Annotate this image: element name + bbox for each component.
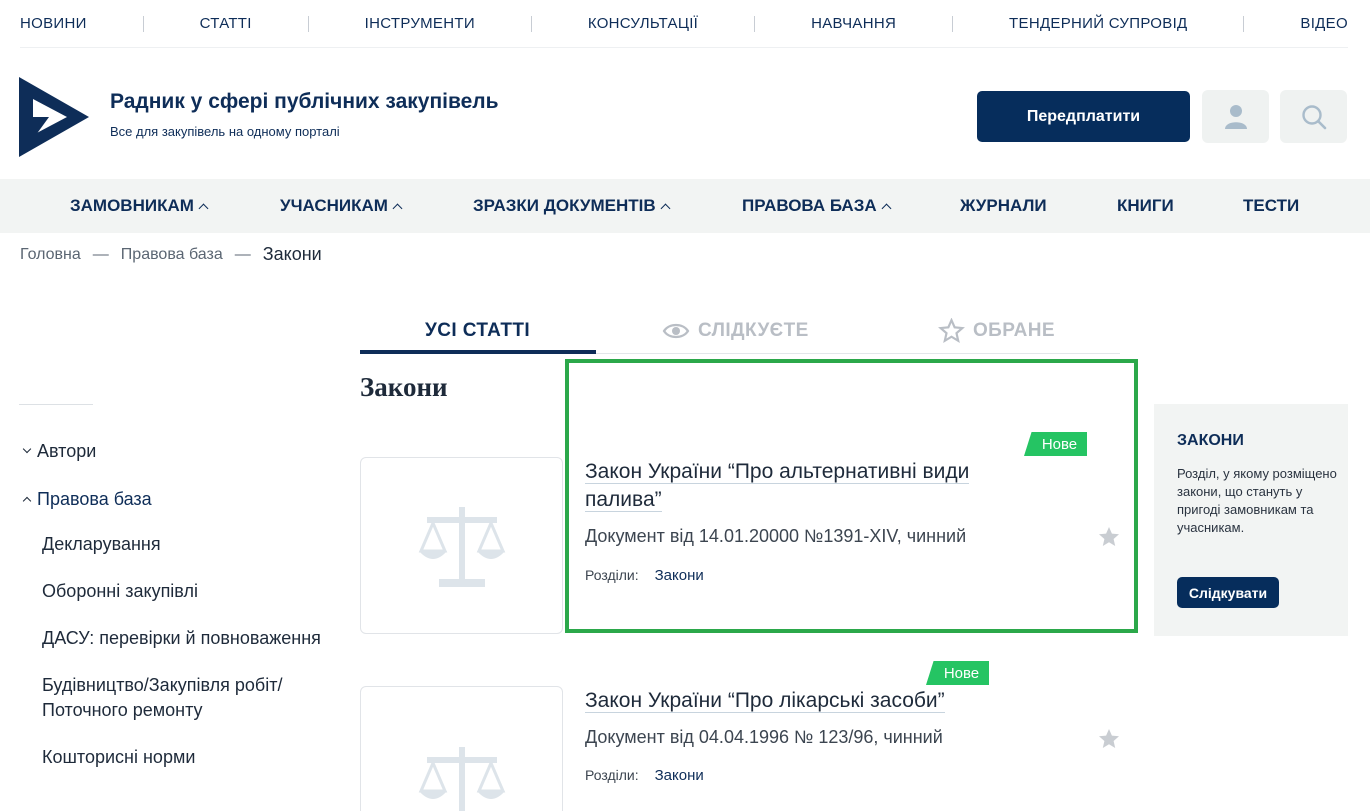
topnav-item-tools[interactable]: ІНСТРУМЕНТИ: [365, 15, 475, 32]
mainnav-item-document-templates[interactable]: ЗРАЗКИ ДОКУМЕНТІВ: [473, 179, 671, 233]
article-tabs: УСІ СТАТТІ СЛІДКУЄТЕ ОБРАНЕ: [360, 308, 1120, 354]
article-sections: Розділи: Закони: [585, 767, 704, 784]
sidebar-subitem-construction[interactable]: Будівництво/Закупівля робіт/ Поточного р…: [42, 673, 334, 723]
sidebar-subitem-declaration[interactable]: Декларування: [42, 532, 334, 557]
breadcrumb: Головна — Правова база — Закони: [20, 244, 322, 265]
new-badge: Нове: [1024, 432, 1087, 456]
topnav-item-articles[interactable]: СТАТТІ: [200, 15, 252, 32]
sections-label: Розділи:: [585, 567, 639, 583]
scales-icon: [418, 747, 505, 811]
favorite-star-icon[interactable]: [1097, 525, 1121, 549]
sidebar-item-authors[interactable]: Автори: [22, 436, 334, 466]
sidebar-subitem-dasu[interactable]: ДАСУ: перевірки й повноваження: [42, 626, 334, 651]
new-badge: Нове: [926, 661, 989, 685]
topnav-separator: [142, 15, 144, 32]
breadcrumb-legal-base[interactable]: Правова база: [121, 246, 223, 264]
topnav-item-training[interactable]: НАВЧАННЯ: [811, 15, 896, 32]
scales-icon: [418, 506, 505, 587]
article-title[interactable]: Закон України “Про альтернативні види па…: [585, 458, 1025, 514]
info-title: ЗАКОНИ: [1177, 432, 1244, 449]
tab-label: СЛІДКУЄТЕ: [698, 320, 809, 341]
page-title: Закони: [360, 372, 448, 402]
breadcrumb-current: Закони: [262, 244, 322, 264]
eye-icon: [662, 323, 690, 339]
article-thumbnail[interactable]: [360, 686, 563, 811]
section-info-box: ЗАКОНИ Розділ, у якому розміщено закони,…: [1154, 404, 1348, 636]
main-nav: ЗАМОВНИКАМ УЧАСНИКАМ ЗРАЗКИ ДОКУМЕНТІВ П…: [0, 179, 1370, 233]
mainnav-item-books[interactable]: КНИГИ: [1117, 179, 1174, 233]
tab-all-articles[interactable]: УСІ СТАТТІ: [425, 308, 530, 354]
mainnav-item-legal-base[interactable]: ПРАВОВА БАЗА: [742, 179, 892, 233]
chevron-up-icon: [392, 203, 403, 214]
site-title[interactable]: Радник у сфері публічних закупівель: [110, 90, 499, 114]
chevron-up-icon: [881, 203, 892, 214]
tab-label: ОБРАНЕ: [973, 320, 1055, 341]
tab-watching[interactable]: СЛІДКУЄТЕ: [662, 308, 809, 354]
chevron-up-icon: [660, 203, 671, 214]
topnav-separator: [530, 15, 532, 32]
topnav-item-news[interactable]: НОВИНИ: [20, 15, 87, 32]
mainnav-label: ЗАМОВНИКАМ: [70, 196, 194, 215]
topnav-item-consultations[interactable]: КОНСУЛЬТАЦІЇ: [588, 15, 698, 32]
article-title[interactable]: Закон України “Про лікарські засоби”: [585, 687, 1025, 715]
sidebar-item-label: Автори: [37, 440, 97, 461]
sidebar-item-label: Правова база: [37, 488, 152, 509]
sidebar-item-legal-base[interactable]: Правова база: [22, 484, 334, 514]
mainnav-label: УЧАСНИКАМ: [280, 196, 388, 215]
breadcrumb-separator: —: [92, 245, 109, 263]
chevron-up-icon: [22, 496, 32, 506]
article-meta: Документ від 04.04.1996 № 123/96, чинний: [585, 727, 943, 747]
article-title-text: Закон України “Про лікарські засоби”: [585, 689, 945, 713]
article-meta: Документ від 14.01.20000 №1391-XIV, чинн…: [585, 526, 967, 546]
user-icon: [1224, 104, 1247, 129]
site-logo[interactable]: [19, 77, 89, 157]
article-thumbnail[interactable]: [360, 457, 563, 634]
article-title-text: Закон України “Про альтернативні види па…: [585, 460, 970, 512]
favorite-star-icon[interactable]: [1097, 727, 1121, 751]
search-icon: [1301, 104, 1326, 129]
top-nav: НОВИНИ СТАТТІ ІНСТРУМЕНТИ КОНСУЛЬТАЦІЇ Н…: [20, 0, 1348, 48]
breadcrumb-home[interactable]: Головна: [20, 246, 81, 264]
star-outline-icon: [938, 318, 965, 343]
section-link-laws[interactable]: Закони: [655, 767, 704, 784]
info-description: Розділ, у якому розміщено закони, що ста…: [1177, 466, 1337, 535]
sidebar: Автори Правова база Декларування Оборонн…: [22, 436, 334, 792]
topnav-separator: [1243, 15, 1245, 32]
sidebar-subitem-defense-procurement[interactable]: Оборонні закупівлі: [42, 579, 334, 604]
topnav-item-tender-support[interactable]: ТЕНДЕРНИЙ СУПРОВІД: [1009, 15, 1187, 32]
mainnav-item-tests[interactable]: ТЕСТИ: [1243, 179, 1299, 233]
mainnav-item-participants[interactable]: УЧАСНИКАМ: [280, 179, 403, 233]
topnav-separator: [754, 15, 756, 32]
sections-label: Розділи:: [585, 767, 639, 783]
section-link-laws[interactable]: Закони: [655, 567, 704, 584]
mainnav-label: ЗРАЗКИ ДОКУМЕНТІВ: [473, 196, 656, 215]
topnav-separator: [952, 15, 954, 32]
user-button[interactable]: [1202, 90, 1269, 143]
site-subtitle: Все для закупівель на одному порталі: [110, 124, 340, 139]
chevron-down-icon: [22, 444, 32, 454]
active-tab-indicator: [360, 350, 596, 354]
article-sections: Розділи: Закони: [585, 567, 704, 584]
mainnav-item-journals[interactable]: ЖУРНАЛИ: [960, 179, 1047, 233]
subscribe-button[interactable]: Передплатити: [977, 91, 1190, 142]
topnav-item-video[interactable]: ВІДЕО: [1300, 15, 1348, 32]
topnav-separator: [307, 15, 309, 32]
search-button[interactable]: [1280, 90, 1347, 143]
sidebar-subitem-estimate-norms[interactable]: Кошторисні норми: [42, 745, 334, 770]
mainnav-item-customers[interactable]: ЗАМОВНИКАМ: [70, 179, 209, 233]
sidebar-divider: [19, 404, 93, 405]
breadcrumb-separator: —: [234, 245, 251, 263]
follow-button[interactable]: Слідкувати: [1177, 577, 1279, 608]
mainnav-label: ПРАВОВА БАЗА: [742, 196, 877, 215]
tab-favorites[interactable]: ОБРАНЕ: [938, 308, 1055, 354]
chevron-up-icon: [198, 203, 209, 214]
